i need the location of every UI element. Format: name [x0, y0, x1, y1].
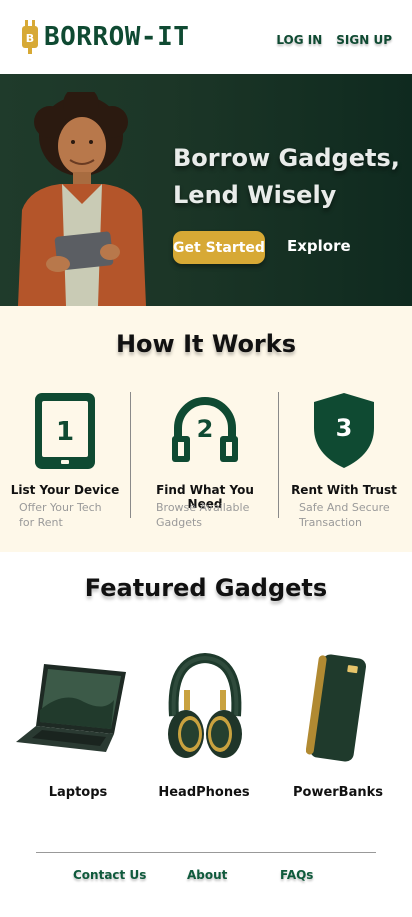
step-3-subtitle: Safe And Secure Transaction: [299, 500, 390, 530]
step-1-subtitle-line2: for Rent: [19, 516, 63, 529]
gadget-label-powerbanks[interactable]: PowerBanks: [288, 785, 388, 800]
gadget-label-headphones[interactable]: HeadPhones: [154, 785, 254, 800]
hero-title-line2: Lend Wisely: [173, 181, 337, 209]
featured-title: Featured Gadgets: [84, 574, 328, 602]
step-2-subtitle-line1: Browse Available: [156, 501, 250, 514]
step-1-subtitle: Offer Your Tech for Rent: [19, 500, 102, 530]
how-it-works-section: How It Works 1 List Your Device Offer Yo…: [0, 306, 412, 552]
svg-text:B: B: [26, 32, 34, 45]
explore-link[interactable]: Explore: [287, 237, 351, 255]
laptop-icon[interactable]: [14, 650, 130, 770]
page: B BORROW-IT LOG IN SIGN UP Borrow Gadget…: [0, 0, 412, 917]
step-1-number: 1: [56, 417, 74, 447]
hero-title-line1: Borrow Gadgets,: [173, 144, 400, 172]
headphones-icon[interactable]: [160, 650, 250, 770]
powerbank-icon[interactable]: [306, 650, 366, 770]
step-1-title: List Your Device: [10, 483, 120, 497]
login-link[interactable]: LOG IN: [276, 33, 322, 47]
headphones-icon: 2: [172, 397, 238, 462]
how-it-works-title: How It Works: [115, 330, 297, 358]
brand-name: BORROW-IT: [44, 22, 190, 52]
signup-link[interactable]: SIGN UP: [336, 33, 392, 47]
tablet-icon: 1: [35, 393, 95, 469]
hero-banner: Borrow Gadgets, Lend Wisely Get Started …: [0, 74, 412, 306]
hero-title: Borrow Gadgets, Lend Wisely: [173, 140, 403, 214]
faqs-link[interactable]: FAQs: [280, 868, 313, 882]
step-2-subtitle-line2: Gadgets: [156, 516, 203, 529]
about-link[interactable]: About: [187, 868, 227, 882]
footer-divider: [36, 852, 376, 853]
step-1-subtitle-line1: Offer Your Tech: [19, 501, 102, 514]
step-2-number: 2: [197, 415, 214, 443]
step-2-subtitle: Browse Available Gadgets: [156, 500, 249, 530]
woman-with-tablet-image: [18, 92, 146, 306]
step-divider: [130, 392, 131, 518]
step-divider: [278, 392, 279, 518]
brand-logo[interactable]: B BORROW-IT: [20, 20, 189, 54]
top-header: B BORROW-IT LOG IN SIGN UP: [0, 0, 412, 74]
step-3-number: 3: [336, 414, 353, 442]
step-3-subtitle-line2: Transaction: [299, 516, 362, 529]
plug-logo-icon: B: [22, 20, 38, 54]
get-started-button[interactable]: Get Started: [173, 231, 265, 264]
header-nav: LOG IN SIGN UP: [276, 33, 392, 47]
step-3-subtitle-line1: Safe And Secure: [299, 501, 390, 514]
shield-icon: 3: [314, 393, 374, 468]
gadget-label-laptops[interactable]: Laptops: [28, 785, 128, 800]
step-3-title: Rent With Trust: [291, 483, 397, 497]
contact-us-link[interactable]: Contact Us: [73, 868, 146, 882]
